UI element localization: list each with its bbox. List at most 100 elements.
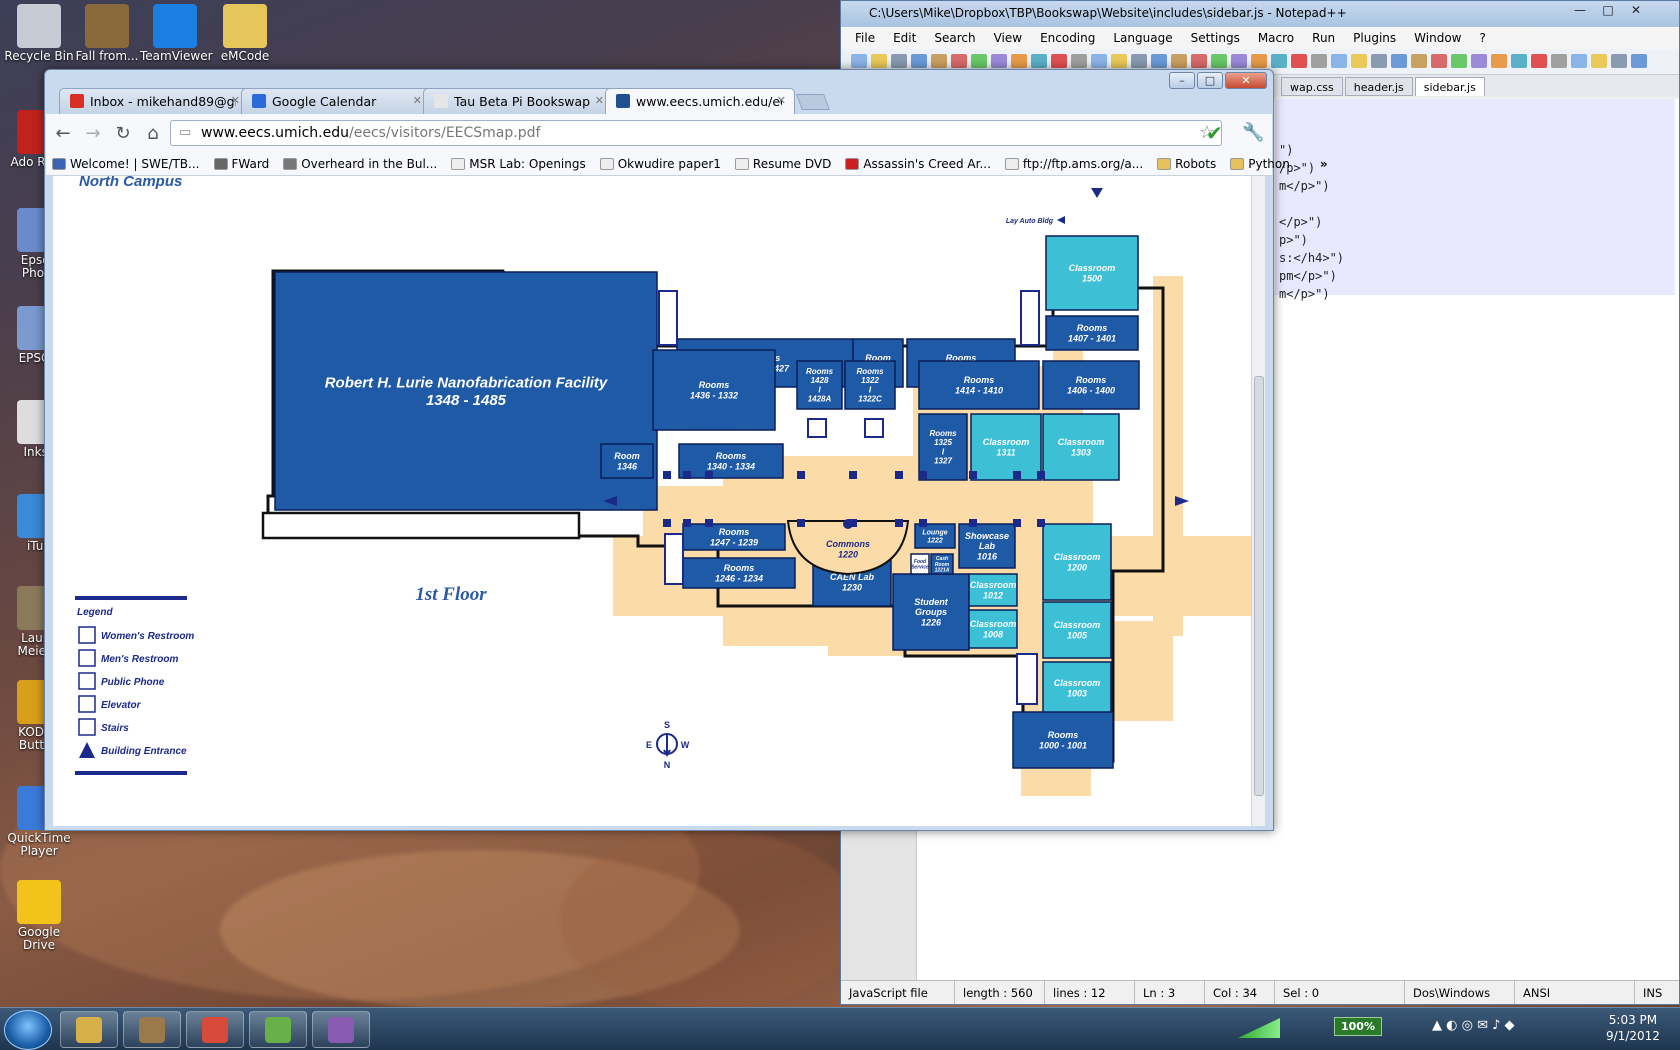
toolbar-icon[interactable] [1191,54,1207,68]
desktop-icon[interactable]: eMCode [210,4,280,63]
scrollbar-thumb[interactable] [1254,376,1264,796]
toolbar-icon[interactable] [931,54,947,68]
menu-item[interactable]: Language [1113,31,1172,49]
bookmarks-overflow-icon[interactable]: » [1320,157,1328,171]
minimize-icon[interactable]: — [1567,3,1593,21]
checkmark-icon[interactable]: ✔ [1206,121,1223,145]
battery-indicator[interactable]: 100% [1334,1017,1382,1036]
toolbar-icon[interactable] [1211,54,1227,68]
toolbar-icon[interactable] [1451,54,1467,68]
menu-item[interactable]: View [994,31,1022,49]
toolbar-icon[interactable] [1531,54,1547,68]
toolbar-icon[interactable] [851,54,867,68]
new-tab-button[interactable] [796,94,830,110]
desktop-icon[interactable]: Recycle Bin [4,4,74,63]
menu-item[interactable]: Edit [893,31,916,49]
menu-item[interactable]: Search [934,31,975,49]
bookmark[interactable]: Python [1230,157,1290,171]
clock[interactable]: 5:03 PM 9/1/2012 [1606,1012,1660,1044]
toolbar-icon[interactable] [1311,54,1327,68]
bookmark[interactable]: FWard [213,157,269,171]
toolbar-icon[interactable] [1491,54,1507,68]
menu-item[interactable]: Macro [1258,31,1294,49]
bookmark[interactable]: ftp://ftp.ams.org/a... [1004,157,1143,171]
forward-icon[interactable]: → [80,120,106,146]
toolbar-icon[interactable] [891,54,907,68]
toolbar-icon[interactable] [1051,54,1067,68]
menu-item[interactable]: Plugins [1353,31,1396,49]
toolbar-icon[interactable] [1091,54,1107,68]
toolbar-icon[interactable] [1251,54,1267,68]
bookmark[interactable]: Overheard in the Bul... [283,157,437,171]
toolbar-icon[interactable] [1571,54,1587,68]
browser-tab[interactable]: www.eecs.umich.edu/eecs✕ [605,88,795,114]
tab-close-icon[interactable]: ✕ [777,94,786,107]
toolbar-icon[interactable] [1551,54,1567,68]
browser-tab[interactable]: Google Calendar ✕ [241,88,431,114]
toolbar-icon[interactable] [1151,54,1167,68]
toolbar-icon[interactable] [1611,54,1627,68]
close-icon[interactable]: ✕ [1623,3,1649,21]
taskbar-app[interactable] [312,1011,370,1048]
toolbar-icon[interactable] [951,54,967,68]
taskbar-app[interactable] [123,1011,181,1048]
toolbar-icon[interactable] [1631,54,1647,68]
tray-icons[interactable]: ▲ ◐ ◎ ✉ ♪ ◆ [1432,1018,1515,1033]
toolbar-icon[interactable] [971,54,987,68]
maximize-icon[interactable]: □ [1595,3,1621,21]
toolbar-icon[interactable] [1431,54,1447,68]
file-tab[interactable]: sidebar.js [1414,77,1485,96]
toolbar-icon[interactable] [871,54,887,68]
file-tab[interactable]: header.js [1344,77,1413,96]
toolbar-icon[interactable] [1591,54,1607,68]
address-bar[interactable]: ▭ www.eecs.umich.edu/eecs/visitors/EECSm… [170,120,1222,146]
toolbar-icon[interactable] [1271,54,1287,68]
toolbar-icon[interactable] [1231,54,1247,68]
menu-item[interactable]: Settings [1191,31,1240,49]
toolbar-icon[interactable] [1511,54,1527,68]
pdf-viewport[interactable]: Robert H. Lurie Nanofabrication Facility… [53,176,1251,826]
taskbar-app[interactable] [186,1011,244,1048]
maximize-icon[interactable]: □ [1197,72,1223,89]
toolbar-icon[interactable] [1011,54,1027,68]
desktop-icon[interactable]: TeamViewer [140,4,213,63]
toolbar-icon[interactable] [1031,54,1047,68]
browser-tab[interactable]: Tau Beta Pi Bookswap ✕ [423,88,613,114]
toolbar-icon[interactable] [1351,54,1367,68]
bookmark[interactable]: Assassin's Creed Ar... [845,157,991,171]
toolbar-icon[interactable] [1331,54,1347,68]
tab-close-icon[interactable]: ✕ [595,94,604,107]
start-button[interactable] [4,1010,52,1050]
toolbar-icon[interactable] [1371,54,1387,68]
notepad-titlebar[interactable]: C:\Users\Mike\Dropbox\TBP\Bookswap\Websi… [841,1,1679,27]
toolbar-icon[interactable] [1171,54,1187,68]
toolbar-icon[interactable] [911,54,927,68]
file-tab[interactable]: wap.css [1281,77,1343,96]
toolbar-icon[interactable] [1471,54,1487,68]
tab-close-icon[interactable]: ✕ [231,94,240,107]
toolbar-icon[interactable] [1411,54,1427,68]
menu-item[interactable]: Window [1414,31,1461,49]
toolbar-icon[interactable] [1071,54,1087,68]
tab-close-icon[interactable]: ✕ [413,94,422,107]
desktop-icon[interactable]: Fall from... [72,4,142,63]
taskbar-app[interactable] [60,1011,118,1048]
scrollbar[interactable] [1251,176,1265,826]
bookmark[interactable]: MSR Lab: Openings [451,157,586,171]
bookmark[interactable]: Welcome! | SWE/TB... [52,157,200,171]
toolbar-icon[interactable] [1131,54,1147,68]
back-icon[interactable]: ← [50,120,76,146]
wrench-icon[interactable]: 🔧 [1242,122,1264,143]
menu-item[interactable]: Encoding [1040,31,1095,49]
minimize-icon[interactable]: – [1169,72,1195,89]
close-icon[interactable]: ✕ [1225,72,1267,89]
desktop-icon[interactable]: Google Drive [4,880,74,952]
home-icon[interactable]: ⌂ [140,120,166,146]
toolbar-icon[interactable] [991,54,1007,68]
toolbar-icon[interactable] [1111,54,1127,68]
menu-item[interactable]: File [855,31,875,49]
bookmark[interactable]: Robots [1157,157,1216,171]
bookmark[interactable]: Resume DVD [734,157,831,171]
menu-item[interactable]: Run [1312,31,1335,49]
browser-tab[interactable]: Inbox - mikehand89@gma✕ [59,88,249,114]
